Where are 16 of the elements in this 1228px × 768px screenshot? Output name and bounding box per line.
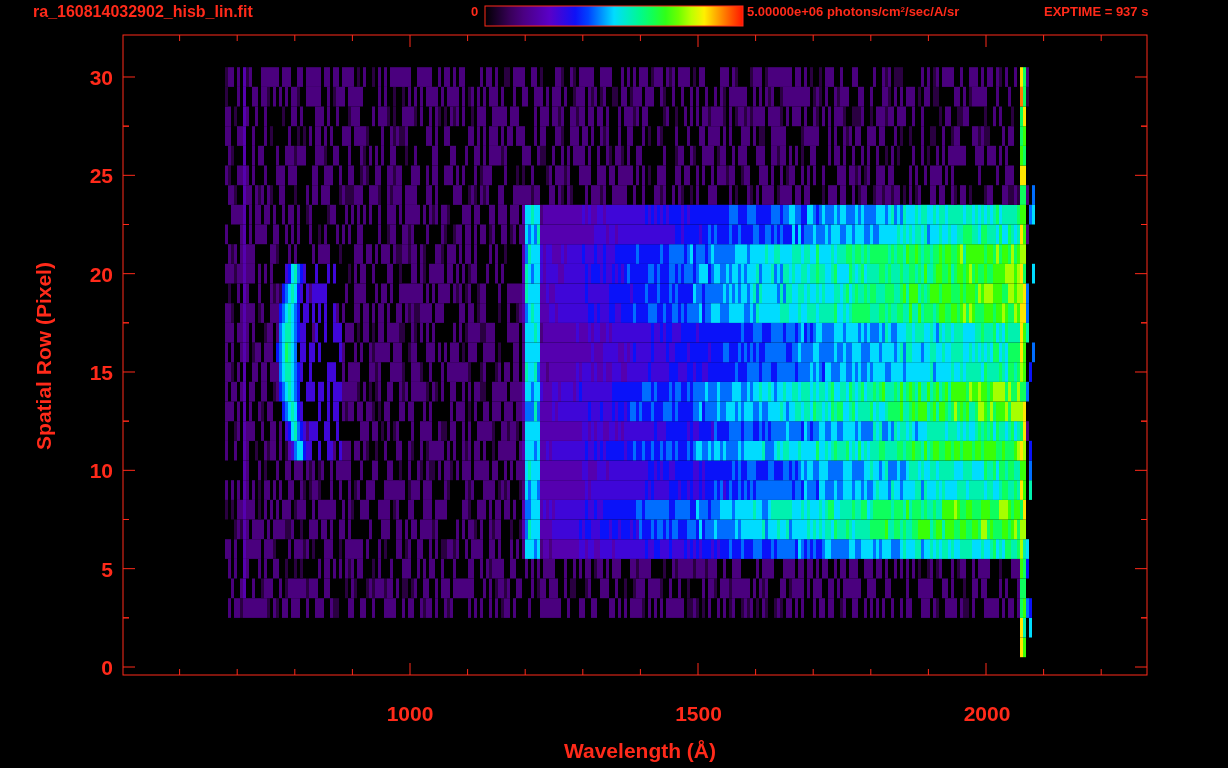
x-axis-label: Wavelength (Å) [563,739,717,762]
x-tick-label: 2000 [963,702,1011,725]
y-tick-label: 15 [89,361,113,384]
colorbar-min-label: 0 [471,3,479,21]
y-tick-label: 0 [101,656,113,679]
file-name-title: ra_160814032902_hisb_lin.fit [33,3,253,21]
exposure-time-label: EXPTIME = 937 s [1044,3,1149,21]
x-tick-label: 1000 [386,702,434,725]
y-tick-label: 5 [101,557,113,581]
x-tick-label: 1500 [675,702,722,725]
y-tick-label: 30 [89,66,113,89]
y-tick-label: 25 [89,164,113,188]
colorbar-max-label: 5.00000e+06 photons/cm$^{2}$/sec/A/sr [747,3,960,21]
y-tick-label: 10 [89,459,113,483]
y-axis-label: Spatial Row (Pixel) [32,262,55,450]
y-tick-label: 20 [89,262,113,286]
